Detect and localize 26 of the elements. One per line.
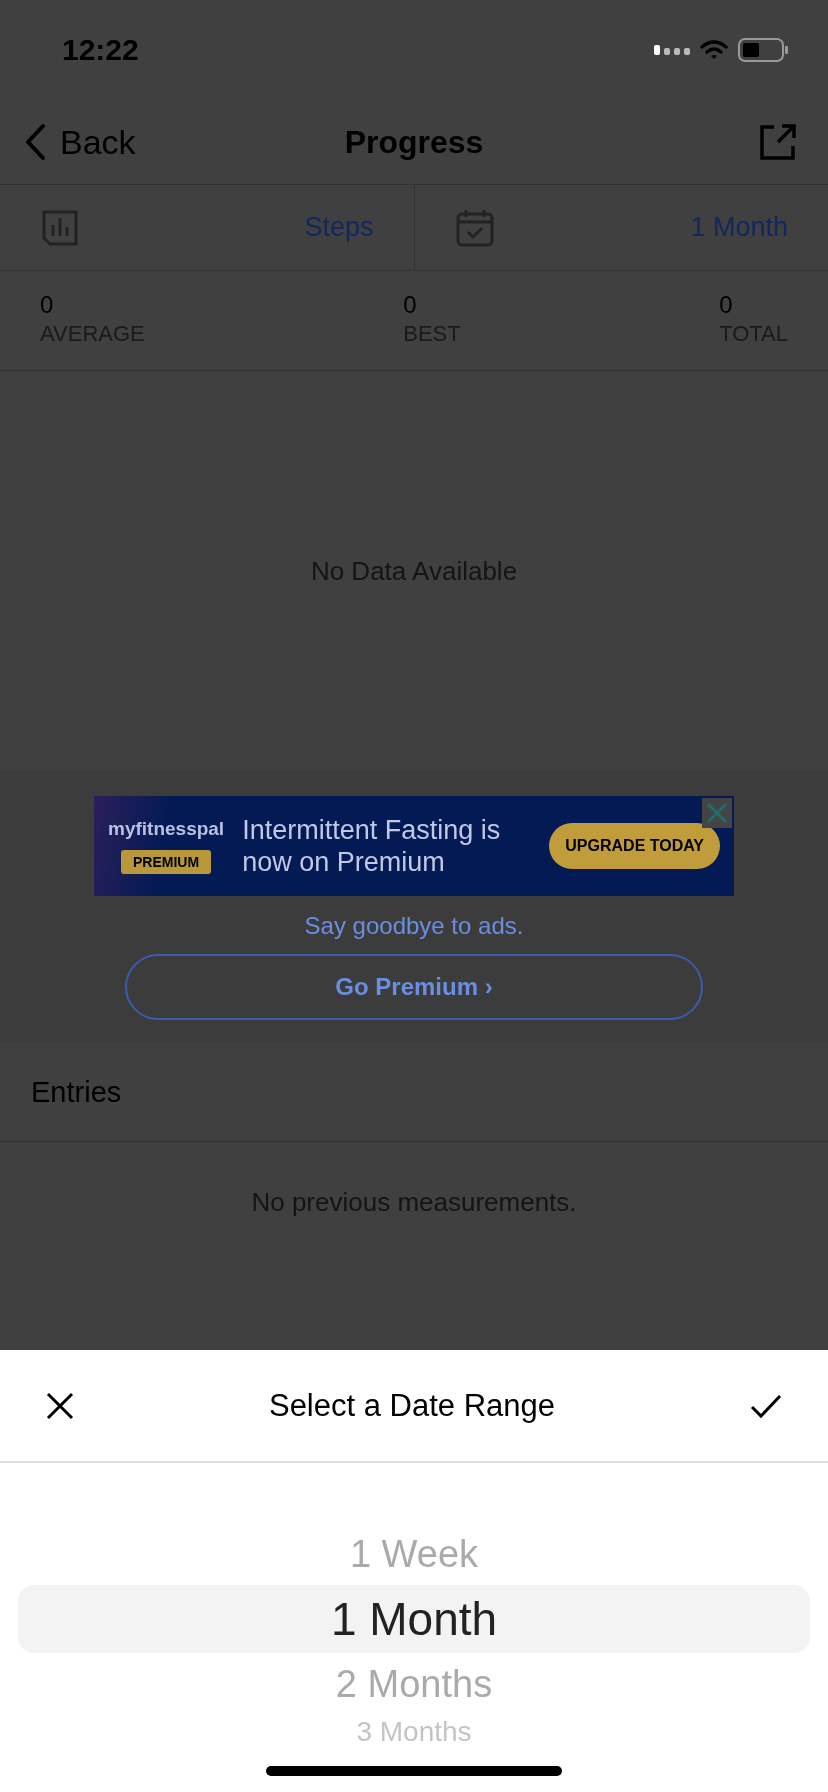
ad-headline: Intermittent Fasting is now on Premium [242, 814, 502, 878]
ad-banner[interactable]: myfitnesspal PREMIUM Intermittent Fasting is now on Premium UPGRADE TODAY [94, 796, 734, 896]
chevron-left-icon [24, 123, 46, 161]
sheet-title: Select a Date Range [268, 1387, 556, 1424]
back-button[interactable]: Back [24, 122, 136, 162]
picker-option[interactable]: 3 Months [356, 1715, 472, 1749]
ad-cta-button[interactable]: UPGRADE TODAY [549, 823, 720, 869]
stat-value: 0 [40, 291, 55, 319]
calendar-check-icon [454, 207, 495, 248]
wifi-icon [700, 40, 728, 60]
close-icon[interactable] [46, 1391, 74, 1420]
stat-value: 0 [403, 291, 418, 319]
section-title: Entries [31, 1075, 122, 1109]
picker-option[interactable]: 1 Month [18, 1585, 810, 1653]
ad-brand: myfitnesspal [108, 818, 225, 840]
page-title: Progress [344, 123, 484, 161]
picker-option[interactable]: 2 Months [335, 1653, 493, 1715]
signal-icon [654, 45, 690, 55]
premium-message: Say goodbye to ads. [304, 912, 524, 940]
picker-option[interactable]: 1 Week [349, 1523, 479, 1585]
go-premium-button[interactable]: Go Premium › [125, 954, 703, 1020]
ad-badge: PREMIUM [121, 850, 212, 874]
status-time: 12:22 [62, 33, 139, 67]
battery-icon [738, 38, 788, 62]
checkmark-icon[interactable] [750, 1392, 782, 1419]
stat-value: 0 [719, 291, 734, 319]
